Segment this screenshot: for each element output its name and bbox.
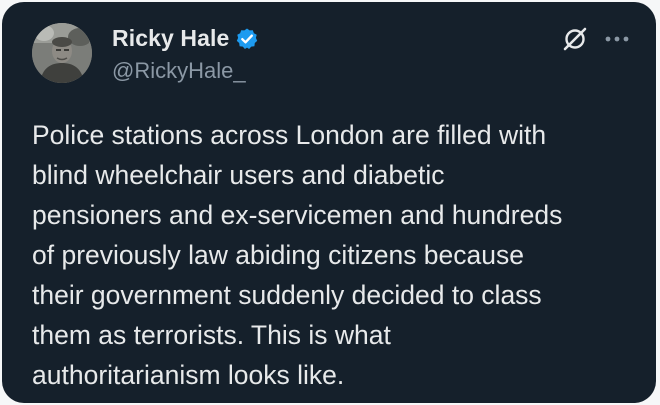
avatar-image	[32, 23, 92, 83]
avatar[interactable]	[32, 23, 92, 83]
author-handle[interactable]: @RickyHale_	[112, 58, 246, 84]
tweet-card: Ricky Hale @RickyHale_ Police stations a…	[2, 2, 656, 403]
verified-badge-icon	[235, 27, 259, 51]
tweet-text: Police stations across London are filled…	[32, 120, 563, 390]
author-display-name[interactable]: Ricky Hale	[112, 25, 229, 52]
more-options-icon[interactable]	[602, 26, 632, 52]
x-logo-icon[interactable]	[562, 26, 588, 52]
author-name-row: Ricky Hale	[112, 25, 259, 52]
